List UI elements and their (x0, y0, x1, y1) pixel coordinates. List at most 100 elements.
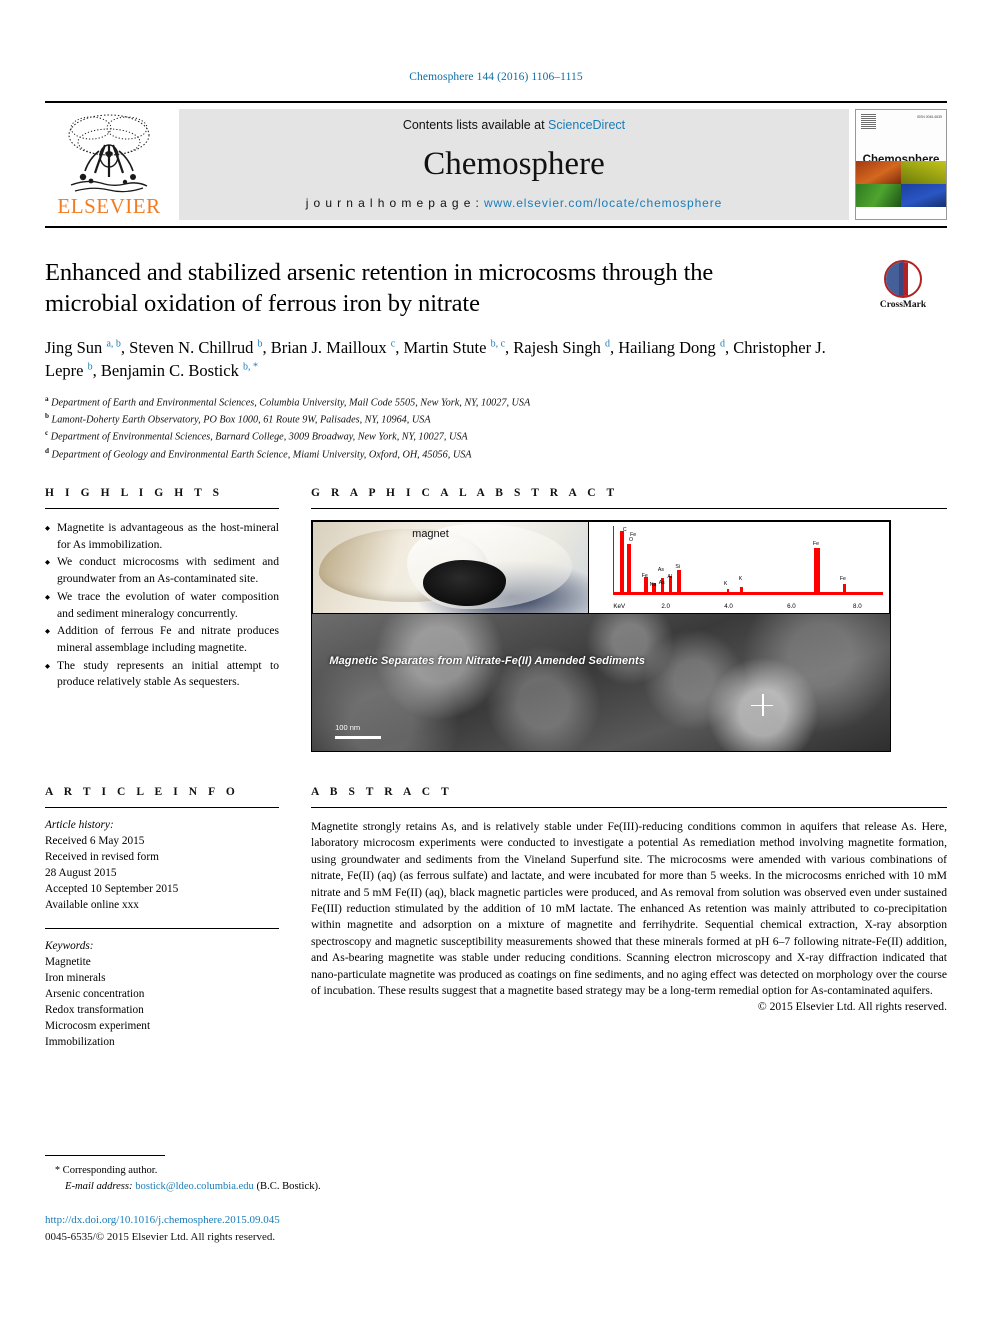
magnet-label: magnet (412, 527, 449, 540)
sem-crosshair-marker (751, 693, 774, 716)
eds-peak-fe-l (644, 576, 648, 595)
eds-peak-k-2 (740, 586, 743, 595)
eds-tick-6: 6.0 (787, 603, 796, 611)
cover-tile-yellow (901, 161, 946, 185)
keyword-item: Microcosm experiment (45, 1020, 151, 1033)
abstract-copyright: © 2015 Elsevier Ltd. All rights reserved… (757, 1000, 947, 1014)
articleinfo-abstract-row: A R T I C L E I N F O Article history: R… (45, 786, 947, 1050)
affiliation-item: a Department of Earth and Environmental … (45, 394, 947, 411)
eds-plot-area: C Fe O Fe Na As As Al Si K K Fe Fe (613, 525, 884, 595)
abstract-column: A B S T R A C T Magnetite strongly retai… (297, 786, 947, 1050)
affiliation-marker: c (45, 429, 49, 438)
issn-copyright-line: 0045-6535/© 2015 Elsevier Ltd. All right… (45, 1230, 276, 1243)
sem-micrograph: Magnetic Separates from Nitrate-Fe(II) A… (312, 614, 890, 752)
doi-link[interactable]: http://dx.doi.org/10.1016/j.chemosphere.… (45, 1212, 947, 1229)
magnet-photo: magnet (312, 521, 590, 615)
eds-tick-8: 8.0 (853, 603, 862, 611)
eds-label-c: C (622, 527, 627, 534)
article-history-item: 28 August 2015 (45, 867, 117, 880)
article-info-column: A R T I C L E I N F O Article history: R… (45, 786, 297, 1050)
affiliation-text: Department of Earth and Environmental Sc… (51, 396, 531, 408)
email-label: E-mail address: (65, 1181, 133, 1193)
email-suffix: (B.C. Bostick). (256, 1181, 321, 1193)
journal-band: Contents lists available at ScienceDirec… (179, 109, 849, 220)
page-title: Enhanced and stabilized arsenic retentio… (45, 259, 714, 317)
homepage-prefix: j o u r n a l h o m e p a g e : (305, 196, 484, 210)
doi-block: http://dx.doi.org/10.1016/j.chemosphere.… (45, 1212, 947, 1245)
eds-label-as2: As (658, 579, 665, 586)
corresponding-author-line: * Corresponding author. (55, 1163, 947, 1179)
list-item: We conduct microcosms with sediment and … (45, 554, 279, 587)
black-magnetic-particles (423, 560, 506, 606)
contents-prefix: Contents lists available at (402, 118, 549, 132)
running-head: Chemosphere 144 (2016) 1106–1115 (409, 71, 583, 83)
cover-bottom-strip (856, 207, 946, 219)
affiliation-list: a Department of Earth and Environmental … (45, 394, 947, 464)
crossmark-badge-group[interactable]: CrossMark (859, 260, 947, 310)
email-line: E-mail address: bostick@ldeo.columbia.ed… (55, 1179, 947, 1195)
sciencedirect-link[interactable]: ScienceDirect (548, 118, 625, 132)
eds-peak-c (620, 531, 625, 595)
article-info-heading: A R T I C L E I N F O (45, 786, 239, 799)
article-history-block: Article history: Received 6 May 2015 Rec… (45, 808, 279, 913)
graphical-abstract-top-row: magnet C Fe O Fe Na As As Al Si K K Fe F… (312, 521, 890, 615)
affiliation-text: Department of Geology and Environmental … (51, 449, 472, 461)
graphical-abstract-divider (311, 508, 947, 510)
eds-peak-fe-ka (814, 547, 820, 595)
crossmark-icon (884, 260, 922, 298)
eds-label-fe-kb: Fe (839, 575, 846, 582)
highlights-heading: H I G H L I G H T S (45, 487, 224, 500)
eds-label-na: Na (649, 582, 657, 589)
highlights-list: Magnetite is advantageous as the host-mi… (45, 520, 279, 691)
eds-y-axis (613, 525, 615, 595)
affiliation-marker: a (45, 394, 49, 403)
eds-axis-title: KeV (613, 603, 626, 611)
title-block: Enhanced and stabilized arsenic retentio… (45, 258, 947, 463)
homepage-url-link[interactable]: www.elsevier.com/locate/chemosphere (484, 196, 722, 210)
journal-masthead: ELSEVIER Contents lists available at Sci… (45, 101, 947, 228)
cover-issn-text: ISSN 0045-6535 (916, 115, 942, 119)
article-first-page: Chemosphere 144 (2016) 1106–1115 ELSEVIE… (0, 0, 992, 1323)
list-item: We trace the evolution of water composit… (45, 589, 279, 622)
eds-label-o: O (629, 536, 634, 543)
journal-cover-thumbnail: ISSN 0045-6535 Chemosphere Selected Full… (855, 109, 947, 220)
eds-label-fe-ka: Fe (812, 540, 819, 547)
list-item: Addition of ferrous Fe and nitrate produ… (45, 623, 279, 656)
list-item: Magnetite is advantageous as the host-mi… (45, 520, 279, 553)
sem-scalebar-line (335, 735, 382, 739)
affiliation-text: Lamont-Doherty Earth Observatory, PO Box… (51, 414, 431, 426)
affiliation-marker: d (45, 446, 49, 455)
article-history-item: Accepted 10 September 2015 (45, 883, 179, 896)
article-history-item: Received in revised form (45, 851, 159, 864)
eds-label-k1: K (723, 581, 728, 588)
article-history-label: Article history: (45, 819, 114, 832)
abstract-text: Magnetite strongly retains As, and is re… (311, 820, 947, 997)
cover-leaf-collage (856, 161, 946, 208)
affiliation-text: Department of Environmental Sciences, Ba… (50, 431, 468, 443)
graphical-abstract-figure: magnet C Fe O Fe Na As As Al Si K K Fe F… (311, 520, 891, 753)
journal-homepage-line: j o u r n a l h o m e p a g e : www.else… (306, 196, 722, 210)
eds-label-k2: K (738, 576, 743, 583)
eds-label-as1: As (657, 567, 664, 574)
cover-tile-blue (901, 184, 946, 208)
eds-peak-o (626, 543, 631, 595)
corresponding-text: Corresponding author. (62, 1165, 158, 1177)
eds-label-fe2: Fe (641, 572, 648, 579)
eds-peak-fe-kb (842, 583, 847, 595)
affiliation-marker: b (45, 411, 49, 420)
article-history-item: Received 6 May 2015 (45, 835, 145, 848)
affiliation-item: d Department of Geology and Environmenta… (45, 446, 947, 463)
crossmark-label: CrossMark (879, 300, 927, 310)
eds-peak-k-1 (726, 588, 730, 595)
sem-caption: Magnetic Separates from Nitrate-Fe(II) A… (329, 655, 646, 668)
elsevier-tree-icon (68, 114, 150, 193)
keyword-item: Redox transformation (45, 1004, 144, 1017)
keyword-item: Iron minerals (45, 972, 106, 985)
corresponding-author-note: * Corresponding author. E-mail address: … (45, 1163, 947, 1195)
sem-scalebar-label: 100 nm (335, 722, 361, 732)
keyword-item: Magnetite (45, 956, 91, 969)
affiliation-item: b Lamont-Doherty Earth Observatory, PO B… (45, 411, 947, 428)
keyword-item: Arsenic concentration (45, 988, 145, 1001)
email-link[interactable]: bostick@ldeo.columbia.edu (135, 1181, 254, 1192)
keyword-item: Immobilization (45, 1036, 115, 1049)
